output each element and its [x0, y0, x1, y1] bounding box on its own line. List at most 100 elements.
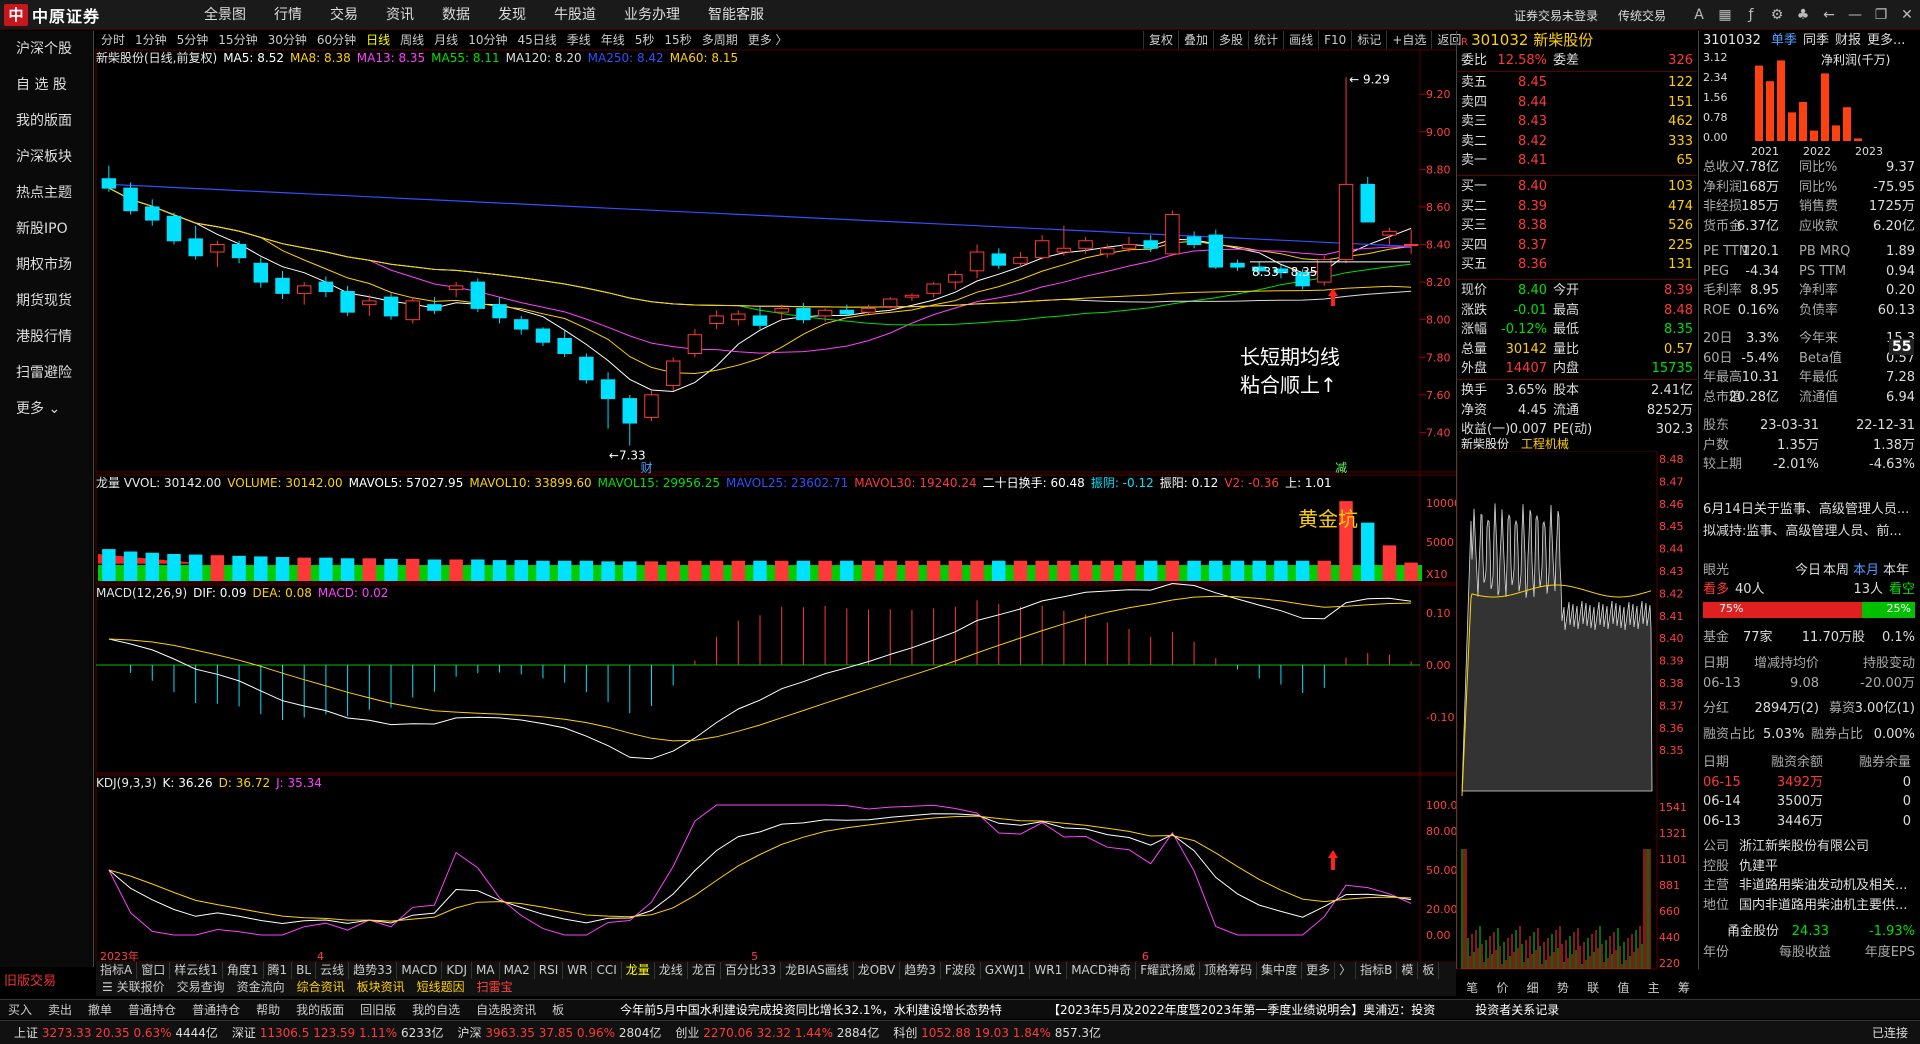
- indicator-tab-3[interactable]: 角度1: [223, 962, 264, 979]
- indicator-tab-11[interactable]: MA2: [500, 962, 535, 979]
- quote-tab-7[interactable]: 筹: [1669, 979, 1699, 996]
- sub-tab-2[interactable]: 资金流向: [231, 979, 291, 996]
- trade-toolbar-item-4[interactable]: 普通持仓: [184, 1001, 248, 1018]
- sub-tab-4[interactable]: 板块资讯: [351, 979, 411, 996]
- profit-bar-chart: 3.12 2.34 1.56 0.78 0.00 2021 2022 2023: [1703, 51, 1883, 158]
- shirt-icon[interactable]: ♣: [1790, 7, 1816, 23]
- sub-tab-5[interactable]: 短线题因: [411, 979, 471, 996]
- sub-tab-0[interactable]: ☰ 关联报价: [96, 979, 171, 996]
- formula-icon[interactable]: ƒ: [1738, 7, 1764, 23]
- indicator-tab-15[interactable]: 龙量: [622, 962, 655, 979]
- quote-tab-1[interactable]: 价: [1487, 979, 1517, 996]
- indicator-tab-18[interactable]: 百分比33: [721, 962, 782, 979]
- info-row-4: 外盘 14407 内盘 15735: [1457, 359, 1697, 378]
- indicator-tab-10[interactable]: MA: [472, 962, 500, 979]
- classic-trade-button[interactable]: 传统交易: [1618, 7, 1666, 24]
- news-ticker[interactable]: 今年前5月中国水利建设完成投资同比增长32.1%，水利建设增长态势特: [612, 1001, 1010, 1018]
- indicator-tab-19[interactable]: 龙BIAS画线: [781, 962, 854, 979]
- trade-login-status[interactable]: 证券交易未登录: [1514, 7, 1598, 24]
- indicator-tab-26[interactable]: F耀武扬威: [1136, 962, 1201, 979]
- trade-toolbar-item-5[interactable]: 帮助: [248, 1001, 288, 1018]
- indicator-tab-28[interactable]: 集中度: [1257, 962, 1303, 979]
- trade-toolbar-item-0[interactable]: 买入: [0, 1001, 40, 1018]
- indicator-tab-8[interactable]: MACD: [397, 962, 443, 979]
- indicator-tab-12[interactable]: RSI: [535, 962, 564, 979]
- sub-tab-6[interactable]: 扫雷宝: [471, 979, 519, 996]
- fin-year-label: 2021: [1751, 145, 1779, 158]
- mini-tab-sector[interactable]: 工程机械: [1521, 437, 1569, 451]
- trade-toolbar-item-9[interactable]: 自选股资讯: [468, 1001, 544, 1018]
- sub-tab-3[interactable]: 综合资讯: [291, 979, 351, 996]
- quote-tab-5[interactable]: 值: [1608, 979, 1638, 996]
- news-ticker-3[interactable]: 投资者关系记录: [1467, 1001, 1567, 1018]
- mini-tick-label: 8.35: [1659, 744, 1684, 757]
- info-row-3-cell-0: 总量: [1461, 341, 1488, 357]
- trade-toolbar-item-2[interactable]: 撤单: [80, 1001, 120, 1018]
- indicator-tab-29[interactable]: 更多: [1302, 962, 1336, 979]
- restore-icon[interactable]: ❐: [1868, 7, 1894, 23]
- indicator-tab-27[interactable]: 顶格筹码: [1200, 962, 1258, 979]
- kdj-tick-label: 0.00: [1426, 929, 1451, 942]
- candle: [948, 270, 963, 290]
- quote-tab-3[interactable]: 势: [1548, 979, 1578, 996]
- indicator-tab-22[interactable]: F波段: [941, 962, 981, 979]
- gear-icon[interactable]: ⚙: [1764, 7, 1790, 23]
- indicator-tab-30[interactable]: 〉: [1335, 962, 1357, 979]
- indicator-tab-5[interactable]: BL: [292, 962, 317, 979]
- indicator-tab-13[interactable]: WR: [563, 962, 593, 979]
- indicator-tab-0[interactable]: 指标A: [96, 962, 138, 979]
- sell-row-2-cell-0: 卖三: [1461, 114, 1488, 129]
- fin-bar: [1777, 60, 1785, 141]
- index-0[interactable]: 上证 3273.33 20.35 0.63% 4444亿: [14, 1024, 218, 1041]
- close-icon[interactable]: ✕: [1894, 7, 1920, 23]
- trade-toolbar-item-6[interactable]: 我的版面: [288, 1001, 352, 1018]
- indicator-tab-17[interactable]: 龙百: [688, 962, 721, 979]
- quote-tab-6[interactable]: 主: [1639, 979, 1669, 996]
- indicator-tab-6[interactable]: 云线: [316, 962, 350, 979]
- indicator-tab-7[interactable]: 趋势33: [349, 962, 398, 979]
- grid-icon[interactable]: ▦: [1712, 7, 1738, 23]
- index-v: 1052.88: [921, 1026, 975, 1040]
- indicator-tab-9[interactable]: KDJ: [442, 962, 473, 979]
- indicator-tab-4[interactable]: 腾1: [264, 962, 293, 979]
- index-4[interactable]: 科创 1052.88 19.03 1.84% 857.3亿: [893, 1024, 1101, 1041]
- index-1[interactable]: 深证 11306.5 123.59 1.11% 6233亿: [232, 1024, 444, 1041]
- font-size-icon[interactable]: A: [1686, 7, 1712, 23]
- indicator-tab-21[interactable]: 趋势3: [900, 962, 941, 979]
- fin-row2-2-cell-3: 0.20: [1886, 283, 1915, 298]
- index-3[interactable]: 创业 2270.06 32.32 1.44% 2884亿: [675, 1024, 879, 1041]
- indicator-tab-2[interactable]: 样云线1: [170, 962, 223, 979]
- back-icon[interactable]: ←: [1816, 7, 1842, 23]
- quote-tab-4[interactable]: 联: [1578, 979, 1608, 996]
- sell-row-0-cell-1: 8.45: [1518, 75, 1547, 90]
- fin-row-0-cell-1: 7.78亿: [1737, 160, 1779, 175]
- volume-bar: [1100, 560, 1115, 581]
- trade-toolbar-item-3[interactable]: 普通持仓: [120, 1001, 184, 1018]
- mini-tab-stock[interactable]: 新柴股份: [1461, 437, 1509, 451]
- indicator-right-tab-1[interactable]: 模: [1397, 962, 1419, 979]
- sub-tab-1[interactable]: 交易查询: [171, 979, 231, 996]
- minimize-icon[interactable]: —: [1842, 7, 1868, 23]
- indicator-right-tab-0[interactable]: 指标B: [1356, 962, 1398, 979]
- candle: [362, 295, 377, 316]
- indicator-tab-16[interactable]: 龙线: [655, 962, 688, 979]
- index-2[interactable]: 沪深 3963.35 37.85 0.96% 2804亿: [457, 1024, 661, 1041]
- kline-chart[interactable]: 9.20 9.00 8.80 8.60 8.40 8.20 8.00 7.80 7.60 7.40…: [0, 0, 1456, 962]
- trade-toolbar-item-10[interactable]: 板: [544, 1001, 572, 1018]
- quote-tab-0[interactable]: 笔: [1457, 979, 1487, 996]
- indicator-tab-14[interactable]: CCI: [592, 962, 622, 979]
- price-tick-label: 7.80: [1426, 351, 1451, 364]
- old-trade-link[interactable]: 旧版交易: [4, 970, 56, 989]
- indicator-right-tab-2[interactable]: 板: [1418, 962, 1440, 979]
- indicator-tab-1[interactable]: 窗口: [137, 962, 171, 979]
- news-ticker-2[interactable]: 【2023年5月及2022年度暨2023年第一季度业绩说明会】奥浦迈：投资: [1040, 1001, 1443, 1018]
- trade-toolbar-item-7[interactable]: 回旧版: [352, 1001, 404, 1018]
- indicator-tab-25[interactable]: MACD神奇: [1067, 962, 1137, 979]
- intraday-chart[interactable]: 8.48 8.47 8.46 8.45 8.44 8.43 8.42 8.41 8.40 8.39…: [1457, 451, 1699, 971]
- indicator-tab-24[interactable]: WR1: [1030, 962, 1068, 979]
- trade-toolbar-item-1[interactable]: 卖出: [40, 1001, 80, 1018]
- indicator-tab-23[interactable]: GXWJ1: [981, 962, 1031, 979]
- trade-toolbar-item-8[interactable]: 我的自选: [404, 1001, 468, 1018]
- indicator-tab-20[interactable]: 龙OBV: [854, 962, 901, 979]
- quote-tab-2[interactable]: 细: [1518, 979, 1548, 996]
